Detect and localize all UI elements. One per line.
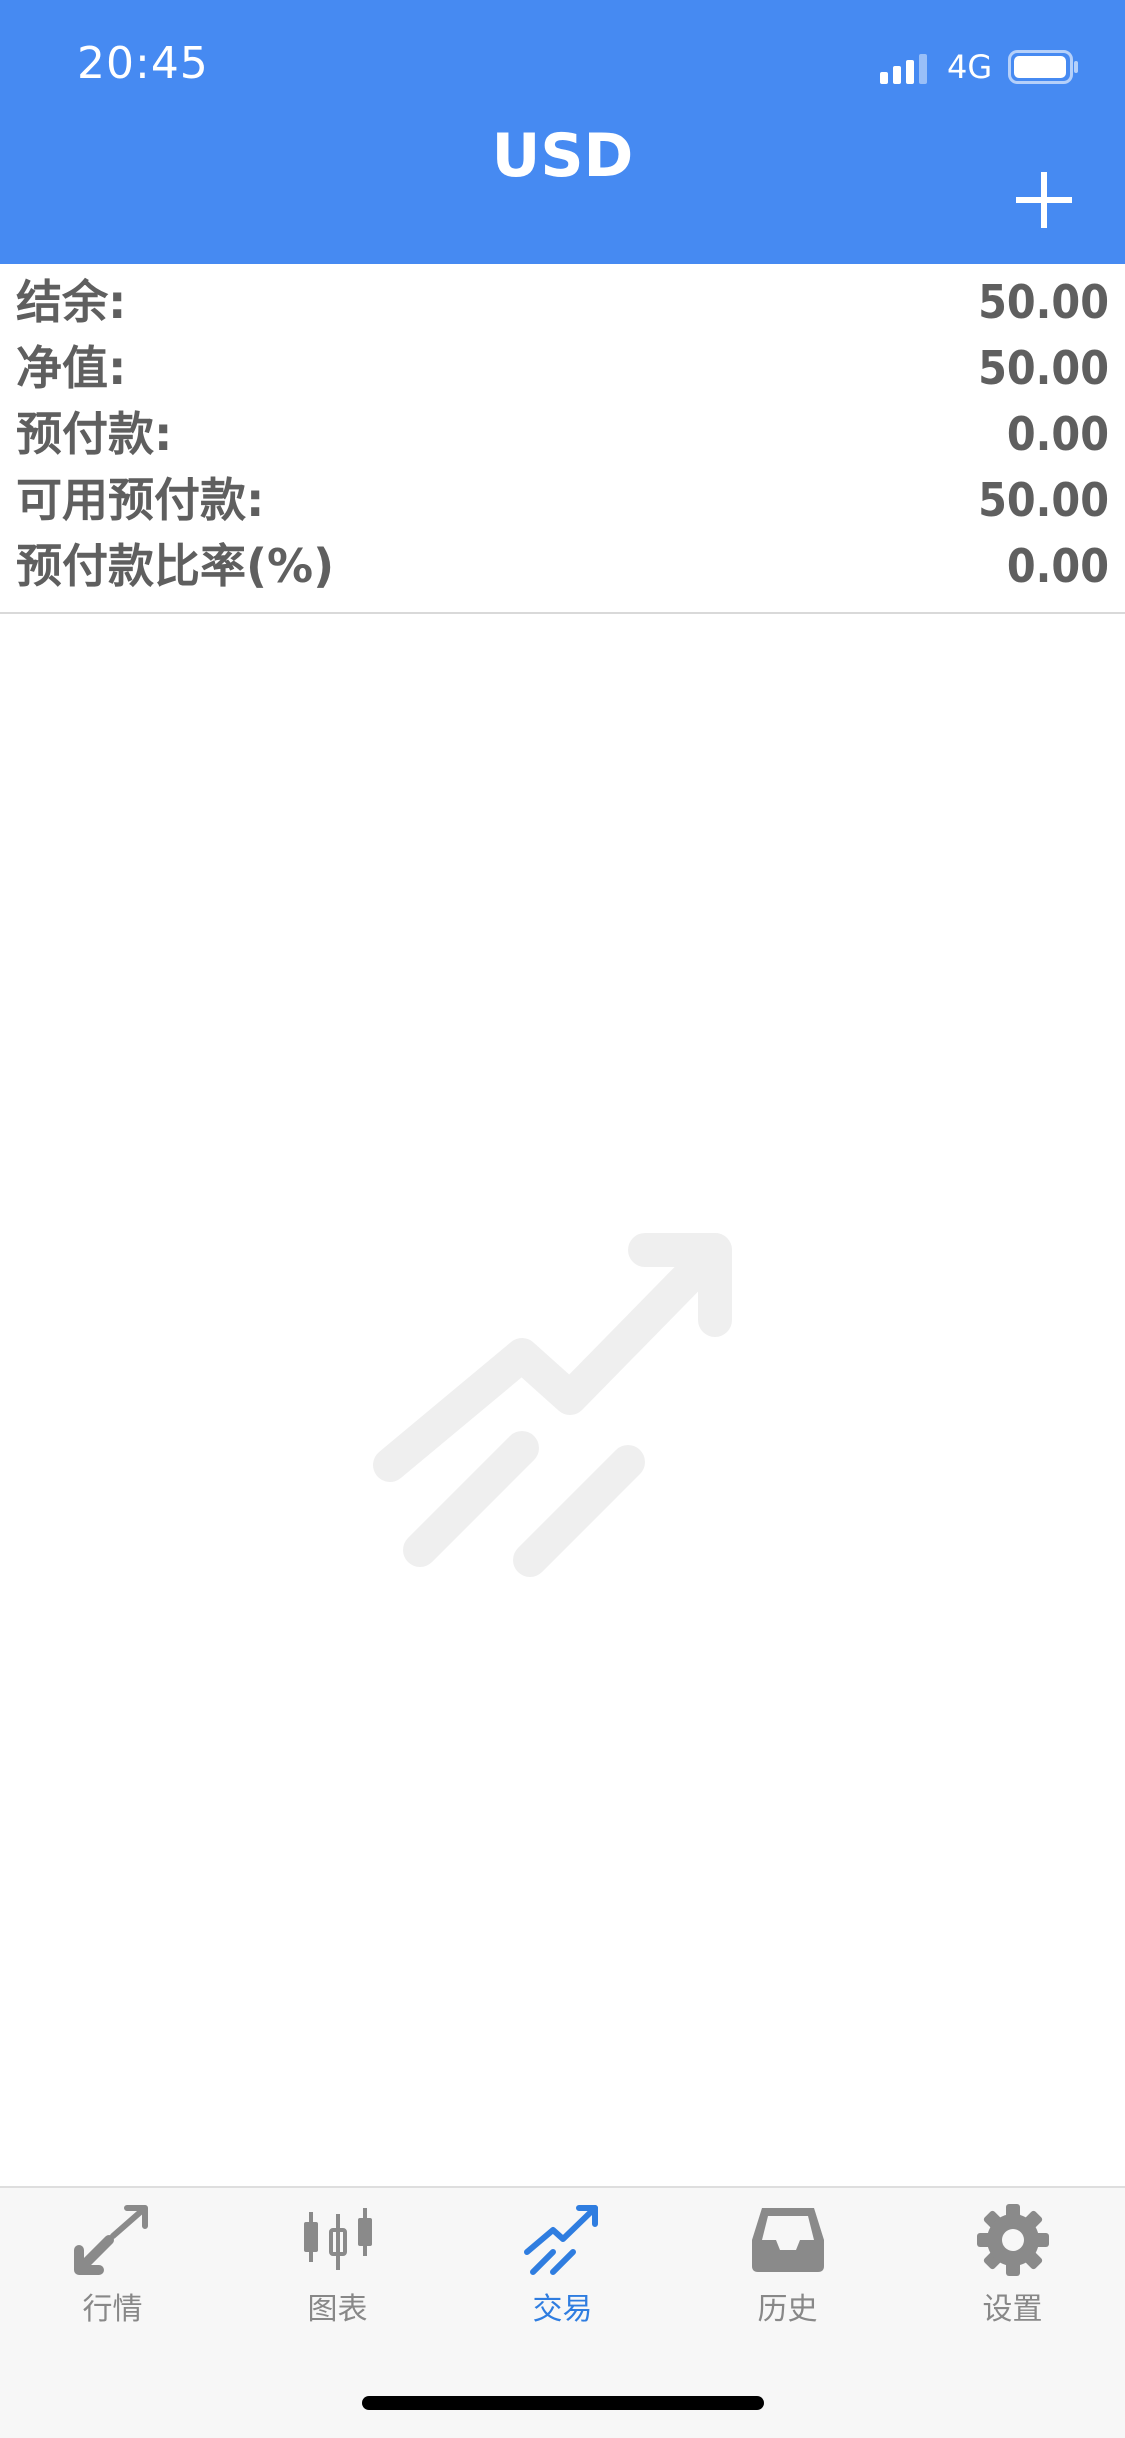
margin-level-label: 预付款比率(%) xyxy=(16,539,335,593)
tab-label: 图表 xyxy=(307,2292,368,2327)
tab-label: 交易 xyxy=(532,2292,593,2327)
gear-icon xyxy=(976,2204,1049,2276)
free-margin-label: 可用预付款: xyxy=(16,473,265,527)
tab-label: 设置 xyxy=(982,2292,1043,2327)
equity-label: 净值: xyxy=(16,341,127,395)
tab-quotes[interactable]: 行情 xyxy=(0,2204,225,2344)
margin-level-value: 0.00 xyxy=(1006,539,1109,593)
signal-icon xyxy=(880,54,927,84)
tab-trade[interactable]: 交易 xyxy=(450,2204,675,2344)
page-title: USD xyxy=(491,121,634,191)
summary-row-free-margin: 可用预付款: 50.00 xyxy=(16,470,1109,530)
margin-label: 预付款: xyxy=(16,407,173,461)
tab-label: 历史 xyxy=(757,2292,818,2327)
summary-row-equity: 净值: 50.00 xyxy=(16,338,1109,398)
summary-row-margin-level: 预付款比率(%) 0.00 xyxy=(16,536,1109,596)
balance-value: 50.00 xyxy=(978,275,1109,329)
equity-value: 50.00 xyxy=(978,341,1109,395)
plus-icon[interactable] xyxy=(1016,172,1072,228)
summary-row-margin: 预付款: 0.00 xyxy=(16,404,1109,464)
quotes-arrows-icon xyxy=(73,2205,148,2275)
status-time: 20:45 xyxy=(77,38,209,89)
tab-chart[interactable]: 图表 xyxy=(225,2204,450,2344)
margin-value: 0.00 xyxy=(1006,407,1109,461)
candlestick-chart-icon xyxy=(303,2208,372,2270)
balance-label: 结余: xyxy=(16,275,127,329)
network-type: 4G xyxy=(947,48,993,86)
top-bar: 20:45 4G USD xyxy=(0,0,1125,264)
trade-trend-icon xyxy=(373,1233,732,1577)
battery-icon xyxy=(1008,50,1078,84)
tab-settings[interactable]: 设置 xyxy=(900,2204,1125,2344)
home-indicator xyxy=(362,2396,764,2410)
tab-history[interactable]: 历史 xyxy=(675,2204,900,2344)
inbox-tray-icon xyxy=(751,2208,824,2272)
summary-row-balance: 结余: 50.00 xyxy=(16,272,1109,332)
account-summary: 结余: 50.00 净值: 50.00 预付款: 0.00 可用预付款: 50.… xyxy=(0,264,1125,614)
free-margin-value: 50.00 xyxy=(978,473,1109,527)
tab-label: 行情 xyxy=(82,2292,143,2327)
trade-trend-icon xyxy=(523,2205,598,2275)
